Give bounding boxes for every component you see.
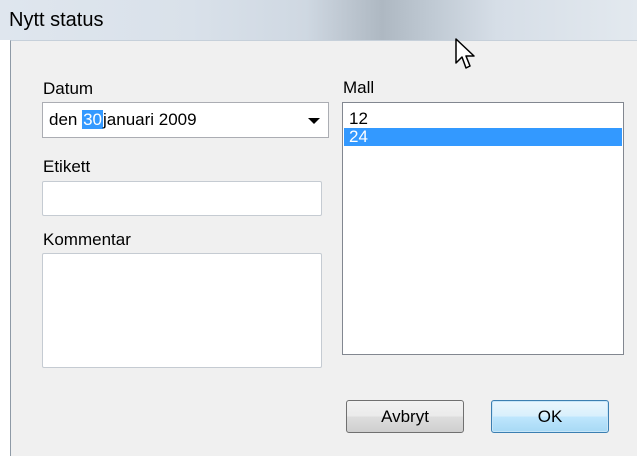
- etikett-input[interactable]: [42, 181, 322, 216]
- kommentar-label: Kommentar: [43, 230, 131, 249]
- kommentar-textarea[interactable]: [42, 253, 322, 368]
- etikett-label: Etikett: [43, 157, 91, 176]
- cancel-button[interactable]: Avbryt: [346, 400, 464, 433]
- chevron-down-icon[interactable]: [308, 118, 320, 124]
- mall-label: Mall: [343, 78, 375, 97]
- ok-button[interactable]: OK: [491, 400, 609, 433]
- window-title: Nytt status: [9, 9, 104, 31]
- list-item-12[interactable]: 12: [344, 110, 622, 128]
- title-bar[interactable]: Nytt status: [0, 0, 637, 40]
- list-item-24[interactable]: 24: [344, 128, 622, 146]
- mall-listbox[interactable]: 12 24: [342, 102, 624, 355]
- date-rest: januari 2009: [103, 110, 197, 129]
- date-prefix: den: [49, 110, 83, 129]
- mouse-pointer-icon: [455, 38, 475, 69]
- date-picker[interactable]: den 30januari 2009: [42, 102, 329, 138]
- datum-label: Datum: [43, 79, 94, 98]
- date-day-selected[interactable]: 30: [82, 110, 104, 129]
- date-value: den 30januari 2009: [49, 110, 197, 130]
